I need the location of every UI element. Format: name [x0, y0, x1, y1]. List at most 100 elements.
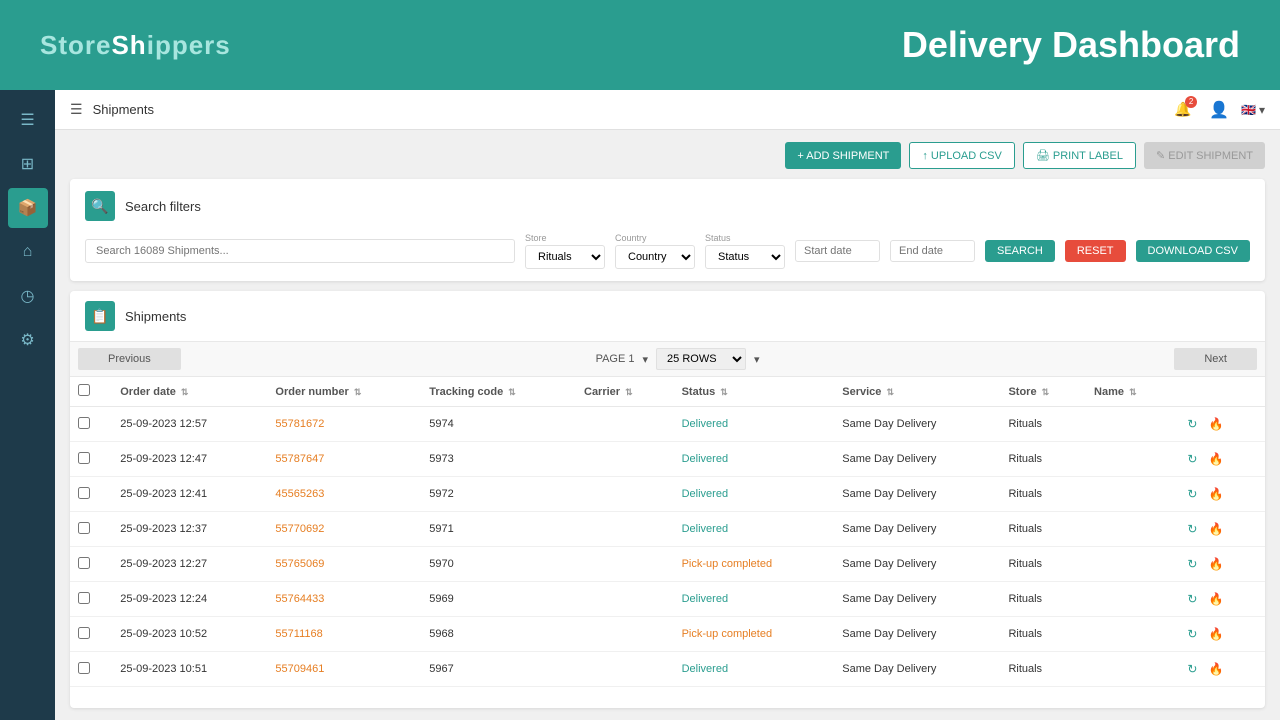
select-all-checkbox[interactable]: [78, 384, 90, 396]
reset-button[interactable]: RESET: [1065, 240, 1126, 262]
order-link[interactable]: 55764433: [275, 593, 324, 605]
fire-icon[interactable]: 🔥: [1206, 449, 1226, 469]
row-checkbox[interactable]: [78, 522, 90, 534]
row-tracking: 5973: [421, 442, 576, 477]
row-tracking: 5968: [421, 617, 576, 652]
route-icon[interactable]: ↻: [1182, 519, 1202, 539]
route-icon[interactable]: ↻: [1182, 554, 1202, 574]
country-filter-select[interactable]: Country: [615, 245, 695, 269]
row-date: 25-09-2023 12:47: [112, 442, 267, 477]
sidebar-item-home[interactable]: ⌂: [8, 232, 48, 272]
row-checkbox-cell: [70, 407, 112, 442]
table-row: 25-09-2023 10:51 55709461 5967 Delivered…: [70, 652, 1265, 687]
order-link[interactable]: 55709461: [275, 663, 324, 675]
table-row: 25-09-2023 12:57 55781672 5974 Delivered…: [70, 407, 1265, 442]
route-icon[interactable]: ↻: [1182, 659, 1202, 679]
row-tracking: 5969: [421, 582, 576, 617]
col-service[interactable]: Service ⇅: [834, 377, 1000, 407]
sidebar-item-clock[interactable]: ◷: [8, 276, 48, 316]
row-store: Rituals: [1000, 652, 1086, 687]
row-checkbox[interactable]: [78, 627, 90, 639]
order-link[interactable]: 55711168: [275, 628, 322, 640]
sidebar-item-grid[interactable]: ⊞: [8, 144, 48, 184]
row-checkbox[interactable]: [78, 487, 90, 499]
select-all-header: [70, 377, 112, 407]
row-service: Same Day Delivery: [834, 547, 1000, 582]
fire-icon[interactable]: 🔥: [1206, 659, 1226, 679]
col-store[interactable]: Store ⇅: [1000, 377, 1086, 407]
row-store: Rituals: [1000, 512, 1086, 547]
next-page-button[interactable]: Next: [1174, 348, 1257, 370]
order-link[interactable]: 55765069: [275, 558, 324, 570]
row-actions: ↻ 🔥: [1174, 652, 1265, 687]
route-icon[interactable]: ↻: [1182, 414, 1202, 434]
status-filter-select[interactable]: Status: [705, 245, 785, 269]
row-tracking: 5970: [421, 547, 576, 582]
language-selector[interactable]: 🇬🇧▾: [1241, 103, 1265, 117]
col-name[interactable]: Name ⇅: [1086, 377, 1174, 407]
sidebar-item-shipments[interactable]: 📦: [8, 188, 48, 228]
row-actions: ↻ 🔥: [1174, 582, 1265, 617]
rows-dropdown-icon: ▾: [754, 353, 760, 366]
row-carrier: [576, 512, 674, 547]
fire-icon[interactable]: 🔥: [1206, 554, 1226, 574]
row-store: Rituals: [1000, 442, 1086, 477]
row-status: Delivered: [674, 582, 835, 617]
route-icon[interactable]: ↻: [1182, 589, 1202, 609]
country-filter-label: Country: [615, 233, 695, 243]
col-carrier[interactable]: Carrier ⇅: [576, 377, 674, 407]
rows-per-page-select[interactable]: 25 ROWS 50 ROWS 100 ROWS: [656, 348, 746, 370]
table-scroll-area[interactable]: Order date ⇅ Order number ⇅ Tracking cod…: [70, 377, 1265, 708]
page-title: Delivery Dashboard: [902, 24, 1240, 66]
fire-icon[interactable]: 🔥: [1206, 484, 1226, 504]
search-button[interactable]: SEARCH: [985, 240, 1055, 262]
col-order-number[interactable]: Order number ⇅: [267, 377, 421, 407]
start-date-input[interactable]: [795, 240, 880, 262]
user-icon[interactable]: 👤: [1209, 100, 1229, 120]
col-order-date[interactable]: Order date ⇅: [112, 377, 267, 407]
hamburger-icon[interactable]: ☰: [70, 101, 83, 118]
upload-csv-button[interactable]: ↑ UPLOAD CSV: [909, 142, 1014, 169]
page-label: PAGE 1: [596, 353, 635, 365]
row-checkbox[interactable]: [78, 417, 90, 429]
store-filter-label: Store: [525, 233, 605, 243]
row-name: [1086, 652, 1174, 687]
col-tracking-code[interactable]: Tracking code ⇅: [421, 377, 576, 407]
fire-icon[interactable]: 🔥: [1206, 624, 1226, 644]
row-checkbox[interactable]: [78, 592, 90, 604]
store-filter-select[interactable]: Rituals: [525, 245, 605, 269]
route-icon[interactable]: ↻: [1182, 484, 1202, 504]
row-checkbox[interactable]: [78, 557, 90, 569]
notification-button[interactable]: 🔔 2: [1169, 96, 1197, 124]
fire-icon[interactable]: 🔥: [1206, 589, 1226, 609]
previous-page-button[interactable]: Previous: [78, 348, 181, 370]
row-tracking: 5967: [421, 652, 576, 687]
order-link[interactable]: 55781672: [275, 418, 324, 430]
row-order-number: 55770692: [267, 512, 421, 547]
shipments-table: Order date ⇅ Order number ⇅ Tracking cod…: [70, 377, 1265, 687]
row-order-number: 55711168: [267, 617, 421, 652]
search-input[interactable]: [85, 239, 515, 263]
fire-icon[interactable]: 🔥: [1206, 519, 1226, 539]
route-icon[interactable]: ↻: [1182, 449, 1202, 469]
order-link[interactable]: 45565263: [275, 488, 324, 500]
table-row: 25-09-2023 12:27 55765069 5970 Pick-up c…: [70, 547, 1265, 582]
route-icon[interactable]: ↻: [1182, 624, 1202, 644]
row-order-number: 45565263: [267, 477, 421, 512]
sidebar-item-settings[interactable]: ⚙: [8, 320, 48, 360]
search-panel-icon: 🔍: [85, 191, 115, 221]
row-carrier: [576, 582, 674, 617]
print-label-button[interactable]: 🖨 PRINT LABEL: [1023, 142, 1136, 169]
order-link[interactable]: 55787647: [275, 453, 324, 465]
end-date-input[interactable]: [890, 240, 975, 262]
row-tracking: 5971: [421, 512, 576, 547]
order-link[interactable]: 55770692: [275, 523, 324, 535]
row-checkbox[interactable]: [78, 662, 90, 674]
download-csv-button[interactable]: DOWNLOAD CSV: [1136, 240, 1250, 262]
logo: StoreShippers: [40, 30, 231, 61]
sidebar-item-menu[interactable]: ☰: [8, 100, 48, 140]
col-status[interactable]: Status ⇅: [674, 377, 835, 407]
fire-icon[interactable]: 🔥: [1206, 414, 1226, 434]
row-checkbox[interactable]: [78, 452, 90, 464]
add-shipment-button[interactable]: + ADD SHIPMENT: [785, 142, 901, 169]
